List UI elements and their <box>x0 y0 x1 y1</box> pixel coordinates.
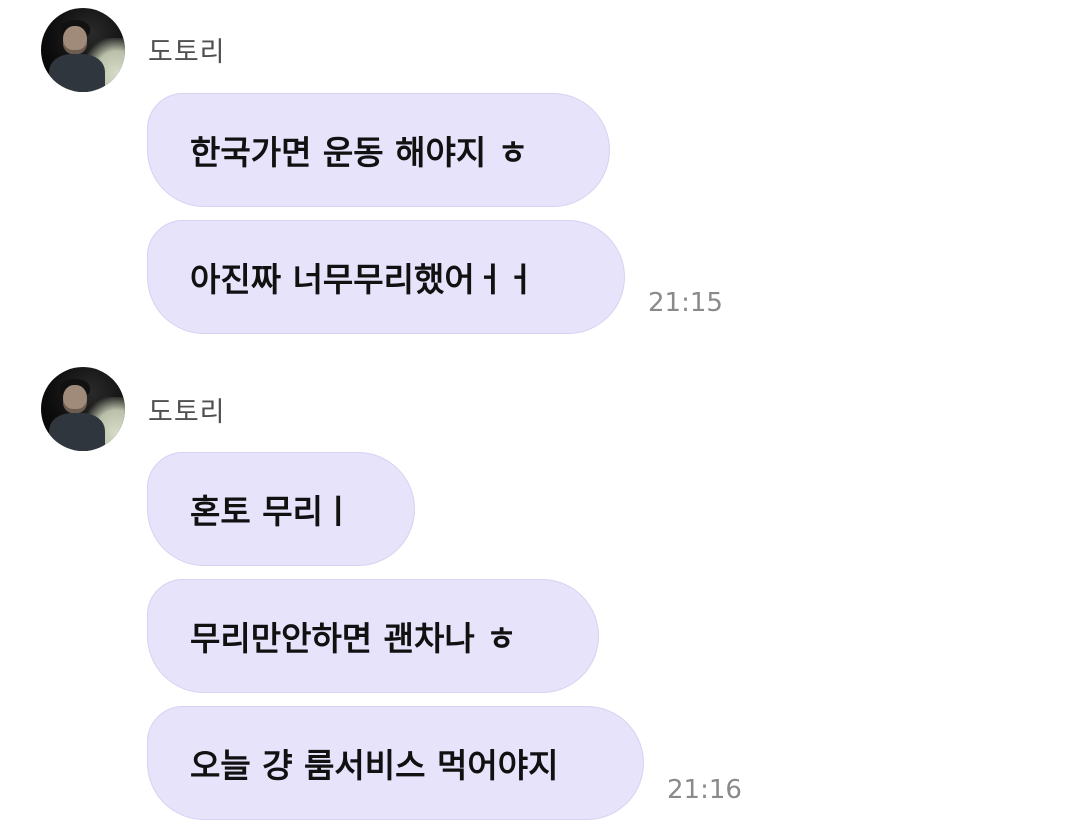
message-text: 아진짜 너무무리했어ㅓㅓ <box>190 260 536 299</box>
message-timestamp: 21:15 <box>648 288 723 318</box>
message-bubble[interactable]: 아진짜 너무무리했어ㅓㅓ <box>147 220 625 334</box>
avatar-photo-body <box>49 413 105 451</box>
message-timestamp: 21:16 <box>667 775 742 805</box>
message-text: 무리만안하면 괜차나 ㅎ <box>190 619 517 658</box>
sender-name: 도토리 <box>148 37 226 68</box>
avatar-photo-face <box>63 385 87 413</box>
sender-name: 도토리 <box>148 397 226 428</box>
avatar-photo-face <box>63 26 87 54</box>
sender-avatar[interactable] <box>41 367 125 451</box>
sender-avatar[interactable] <box>41 8 125 92</box>
message-bubble[interactable]: 무리만안하면 괜차나 ㅎ <box>147 579 599 693</box>
avatar-photo-body <box>49 54 105 92</box>
message-bubble[interactable]: 혼토 무리ㅣ <box>147 452 415 566</box>
message-bubble[interactable]: 한국가면 운동 해야지 ㅎ <box>147 93 610 207</box>
message-text: 한국가면 운동 해야지 ㅎ <box>190 133 529 172</box>
message-bubble[interactable]: 오늘 걍 룸서비스 먹어야지 <box>147 706 644 820</box>
message-text: 오늘 걍 룸서비스 먹어야지 <box>190 746 559 785</box>
message-text: 혼토 무리ㅣ <box>190 492 354 531</box>
